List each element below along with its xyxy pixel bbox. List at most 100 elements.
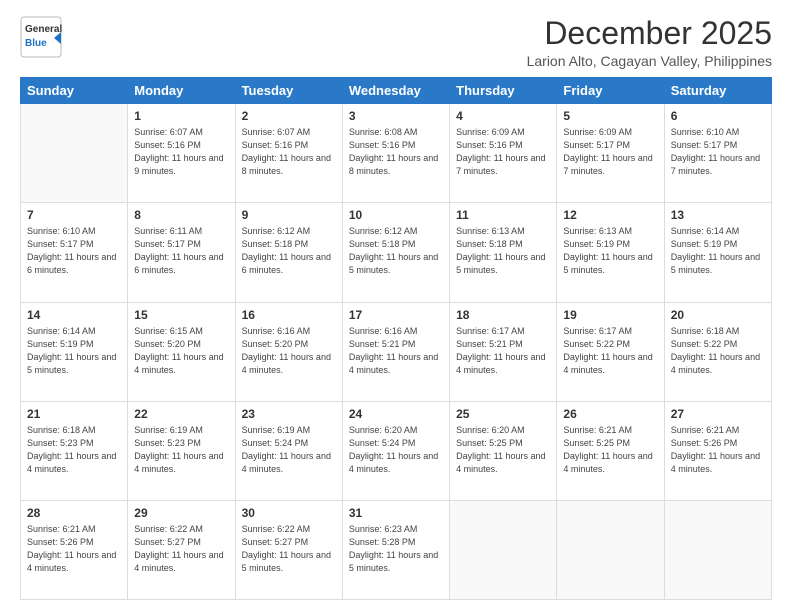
day-info: Sunrise: 6:10 AMSunset: 5:17 PMDaylight:… [27,225,121,277]
day-number: 20 [671,308,765,322]
calendar-cell: 31 Sunrise: 6:23 AMSunset: 5:28 PMDayligh… [342,500,449,599]
calendar-cell: 22 Sunrise: 6:19 AMSunset: 5:23 PMDayligh… [128,401,235,500]
calendar-cell: 3 Sunrise: 6:08 AMSunset: 5:16 PMDaylight… [342,104,449,203]
day-info: Sunrise: 6:22 AMSunset: 5:27 PMDaylight:… [242,523,336,575]
calendar-cell: 1Sunrise: 6:07 AMSunset: 5:16 PMDaylight… [128,104,235,203]
calendar-cell: 28Sunrise: 6:21 AMSunset: 5:26 PMDayligh… [21,500,128,599]
calendar-cell: 2 Sunrise: 6:07 AMSunset: 5:16 PMDaylight… [235,104,342,203]
calendar-cell: 18 Sunrise: 6:17 AMSunset: 5:21 PMDayligh… [450,302,557,401]
day-info: Sunrise: 6:17 AMSunset: 5:21 PMDaylight:… [456,325,550,377]
svg-text:General: General [25,24,62,35]
calendar-cell: 13 Sunrise: 6:14 AMSunset: 5:19 PMDayligh… [664,203,771,302]
calendar-cell: 14 Sunrise: 6:14 AMSunset: 5:19 PMDayligh… [21,302,128,401]
day-number: 30 [242,506,336,520]
page: General Blue December 2025 Larion Alto, … [0,0,792,612]
calendar-cell: 21Sunrise: 6:18 AMSunset: 5:23 PMDayligh… [21,401,128,500]
calendar-cell: 9 Sunrise: 6:12 AMSunset: 5:18 PMDaylight… [235,203,342,302]
location: Larion Alto, Cagayan Valley, Philippines [527,53,772,69]
calendar-cell [664,500,771,599]
day-info: Sunrise: 6:19 AMSunset: 5:23 PMDaylight:… [134,424,228,476]
day-number: 5 [563,109,657,123]
day-info: Sunrise: 6:19 AMSunset: 5:24 PMDaylight:… [242,424,336,476]
day-info: Sunrise: 6:21 AMSunset: 5:25 PMDaylight:… [563,424,657,476]
day-number: 29 [134,506,228,520]
calendar-cell: 8 Sunrise: 6:11 AMSunset: 5:17 PMDaylight… [128,203,235,302]
day-number: 14 [27,308,121,322]
calendar-cell: 26 Sunrise: 6:21 AMSunset: 5:25 PMDayligh… [557,401,664,500]
logo: General Blue [20,16,90,58]
header-day-wednesday: Wednesday [342,78,449,104]
day-info: Sunrise: 6:22 AMSunset: 5:27 PMDaylight:… [134,523,228,575]
day-number: 17 [349,308,443,322]
day-number: 22 [134,407,228,421]
day-info: Sunrise: 6:11 AMSunset: 5:17 PMDaylight:… [134,225,228,277]
calendar-cell: 15 Sunrise: 6:15 AMSunset: 5:20 PMDayligh… [128,302,235,401]
title-block: December 2025 Larion Alto, Cagayan Valle… [527,16,772,69]
header-day-saturday: Saturday [664,78,771,104]
day-number: 23 [242,407,336,421]
day-info: Sunrise: 6:09 AMSunset: 5:16 PMDaylight:… [456,126,550,178]
day-number: 3 [349,109,443,123]
calendar: SundayMondayTuesdayWednesdayThursdayFrid… [20,77,772,600]
day-info: Sunrise: 6:13 AMSunset: 5:19 PMDaylight:… [563,225,657,277]
header-day-friday: Friday [557,78,664,104]
calendar-cell: 20 Sunrise: 6:18 AMSunset: 5:22 PMDayligh… [664,302,771,401]
day-info: Sunrise: 6:09 AMSunset: 5:17 PMDaylight:… [563,126,657,178]
calendar-cell: 4 Sunrise: 6:09 AMSunset: 5:16 PMDaylight… [450,104,557,203]
calendar-cell: 11 Sunrise: 6:13 AMSunset: 5:18 PMDayligh… [450,203,557,302]
day-info: Sunrise: 6:14 AMSunset: 5:19 PMDaylight:… [27,325,121,377]
day-info: Sunrise: 6:16 AMSunset: 5:21 PMDaylight:… [349,325,443,377]
day-info: Sunrise: 6:16 AMSunset: 5:20 PMDaylight:… [242,325,336,377]
day-number: 12 [563,208,657,222]
calendar-cell: 24 Sunrise: 6:20 AMSunset: 5:24 PMDayligh… [342,401,449,500]
day-info: Sunrise: 6:10 AMSunset: 5:17 PMDaylight:… [671,126,765,178]
day-number: 24 [349,407,443,421]
calendar-cell [21,104,128,203]
calendar-cell: 29 Sunrise: 6:22 AMSunset: 5:27 PMDayligh… [128,500,235,599]
day-number: 1 [134,109,228,123]
day-info: Sunrise: 6:23 AMSunset: 5:28 PMDaylight:… [349,523,443,575]
day-number: 21 [27,407,121,421]
day-info: Sunrise: 6:17 AMSunset: 5:22 PMDaylight:… [563,325,657,377]
calendar-week-3: 14 Sunrise: 6:14 AMSunset: 5:19 PMDayligh… [21,302,772,401]
day-number: 31 [349,506,443,520]
calendar-cell: 25Sunrise: 6:20 AMSunset: 5:25 PMDayligh… [450,401,557,500]
calendar-cell: 19Sunrise: 6:17 AMSunset: 5:22 PMDayligh… [557,302,664,401]
day-number: 13 [671,208,765,222]
day-number: 10 [349,208,443,222]
day-number: 8 [134,208,228,222]
day-info: Sunrise: 6:15 AMSunset: 5:20 PMDaylight:… [134,325,228,377]
day-number: 11 [456,208,550,222]
day-info: Sunrise: 6:18 AMSunset: 5:22 PMDaylight:… [671,325,765,377]
day-number: 9 [242,208,336,222]
day-info: Sunrise: 6:12 AMSunset: 5:18 PMDaylight:… [349,225,443,277]
calendar-cell: 12 Sunrise: 6:13 AMSunset: 5:19 PMDayligh… [557,203,664,302]
header-day-thursday: Thursday [450,78,557,104]
day-number: 25 [456,407,550,421]
day-info: Sunrise: 6:07 AMSunset: 5:16 PMDaylight:… [242,126,336,178]
day-number: 28 [27,506,121,520]
calendar-cell: 16Sunrise: 6:16 AMSunset: 5:20 PMDayligh… [235,302,342,401]
calendar-cell: 23 Sunrise: 6:19 AMSunset: 5:24 PMDayligh… [235,401,342,500]
day-number: 27 [671,407,765,421]
calendar-cell: 27Sunrise: 6:21 AMSunset: 5:26 PMDayligh… [664,401,771,500]
day-info: Sunrise: 6:12 AMSunset: 5:18 PMDaylight:… [242,225,336,277]
day-number: 26 [563,407,657,421]
day-info: Sunrise: 6:13 AMSunset: 5:18 PMDaylight:… [456,225,550,277]
calendar-week-4: 21Sunrise: 6:18 AMSunset: 5:23 PMDayligh… [21,401,772,500]
day-info: Sunrise: 6:20 AMSunset: 5:24 PMDaylight:… [349,424,443,476]
day-number: 15 [134,308,228,322]
day-info: Sunrise: 6:08 AMSunset: 5:16 PMDaylight:… [349,126,443,178]
logo-svg: General Blue [20,16,90,58]
header-day-monday: Monday [128,78,235,104]
day-number: 18 [456,308,550,322]
calendar-week-5: 28Sunrise: 6:21 AMSunset: 5:26 PMDayligh… [21,500,772,599]
calendar-cell: 17 Sunrise: 6:16 AMSunset: 5:21 PMDayligh… [342,302,449,401]
day-info: Sunrise: 6:14 AMSunset: 5:19 PMDaylight:… [671,225,765,277]
header: General Blue December 2025 Larion Alto, … [20,16,772,69]
calendar-week-1: 1 Sunrise: 6:07 AMSunset: 5:16 PMDaylight… [21,104,772,203]
day-number: 4 [456,109,550,123]
calendar-cell [557,500,664,599]
day-number: 2 [242,109,336,123]
calendar-cell: 5 Sunrise: 6:09 AMSunset: 5:17 PMDaylight… [557,104,664,203]
